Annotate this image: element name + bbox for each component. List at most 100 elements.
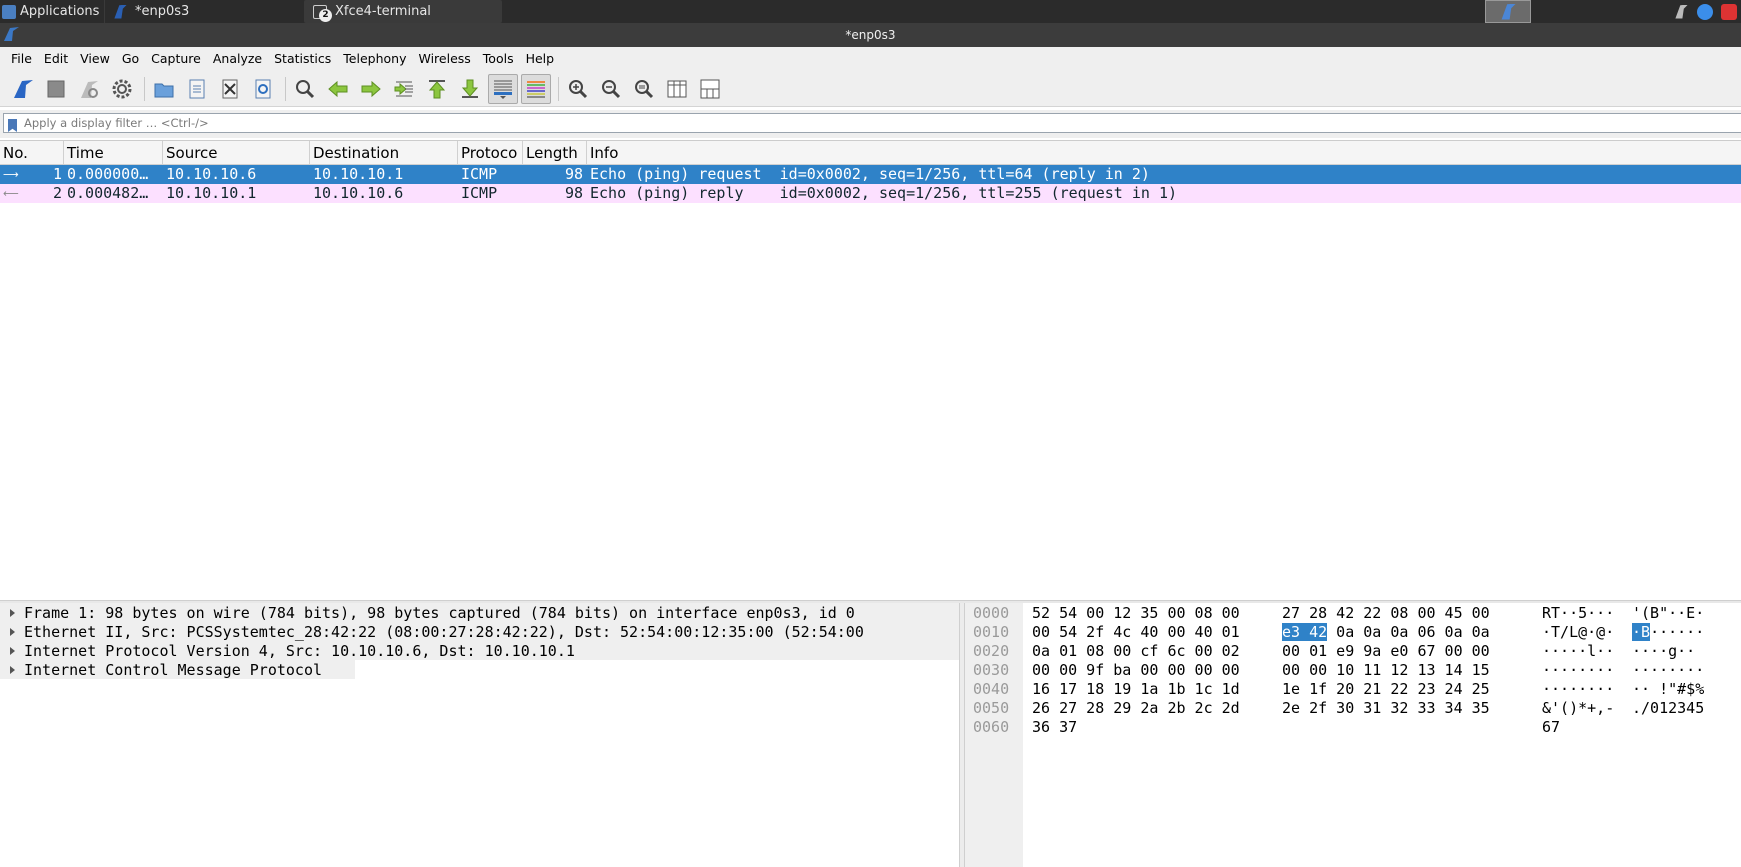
go-forward-button[interactable] xyxy=(356,74,386,104)
hex-bytes-highlighted-row[interactable]: e3 42 0a 0a 0a 06 0a 0a xyxy=(1282,623,1490,642)
ascii-bytes[interactable]: ·····l·· xyxy=(1542,642,1614,661)
ascii-bytes[interactable]: 67 xyxy=(1542,718,1560,737)
packet-row[interactable]: ⟵ 2 0.000482… 10.10.10.1 10.10.10.6 ICMP … xyxy=(0,184,1741,203)
go-to-packet-button[interactable] xyxy=(389,74,419,104)
stop-capture-button[interactable] xyxy=(41,74,71,104)
window-title: *enp0s3 xyxy=(845,28,896,42)
hex-selection[interactable]: e3 42 xyxy=(1282,623,1328,641)
hex-bytes[interactable]: 26 27 28 29 2a 2b 2c 2d xyxy=(1032,699,1240,718)
colorize-button[interactable] xyxy=(521,73,551,104)
workspace-1[interactable] xyxy=(1485,0,1531,23)
packet-no-cell: ⟶ 1 xyxy=(0,165,64,184)
open-file-button[interactable] xyxy=(149,74,179,104)
hex-bytes[interactable]: 16 17 18 19 1a 1b 1c 1d xyxy=(1032,680,1240,699)
ascii-bytes[interactable]: ·· !"#$% xyxy=(1632,680,1704,699)
ascii-bytes[interactable]: '(B"··E· xyxy=(1632,604,1704,623)
hex-bytes[interactable]: 00 00 10 11 12 13 14 15 xyxy=(1282,661,1490,680)
close-file-button[interactable] xyxy=(215,74,245,104)
menu-telephony[interactable]: Telephony xyxy=(337,47,412,71)
expand-arrow-icon[interactable] xyxy=(0,627,24,636)
stop-icon xyxy=(47,80,65,97)
menu-capture[interactable]: Capture xyxy=(145,47,207,71)
applications-label: Applications xyxy=(20,4,100,19)
detail-tree-item[interactable]: Ethernet II, Src: PCSSystemtec_28:42:22 … xyxy=(0,622,959,641)
ascii-bytes[interactable]: ····g·· xyxy=(1632,642,1695,661)
reload-file-button[interactable] xyxy=(248,74,278,104)
detail-tree-item[interactable]: Internet Control Message Protocol xyxy=(0,660,355,679)
column-header-protocol[interactable]: Protoco xyxy=(458,141,523,165)
hex-bytes[interactable]: 00 00 9f ba 00 00 00 00 xyxy=(1032,661,1240,680)
ascii-bytes[interactable]: ········ xyxy=(1632,661,1704,680)
zoom-out-button[interactable] xyxy=(596,74,626,104)
menu-file[interactable]: File xyxy=(5,47,38,71)
task-wireshark[interactable]: *enp0s3 xyxy=(104,0,304,23)
column-header-no[interactable]: No. xyxy=(0,141,64,165)
last-packet-button[interactable] xyxy=(455,74,485,104)
ascii-bytes[interactable]: &'()*+,- xyxy=(1542,699,1614,718)
ascii-bytes[interactable]: ./012345 xyxy=(1632,699,1704,718)
window-titlebar[interactable]: *enp0s3 xyxy=(0,23,1741,47)
column-header-length[interactable]: Length xyxy=(523,141,587,165)
menu-view[interactable]: View xyxy=(74,47,116,71)
hex-bytes[interactable]: 00 01 e9 9a e0 67 00 00 xyxy=(1282,642,1490,661)
go-back-button[interactable] xyxy=(323,74,353,104)
hex-bytes[interactable]: 00 54 2f 4c 40 00 40 01 xyxy=(1032,623,1240,642)
expand-arrow-icon[interactable] xyxy=(0,665,24,674)
packet-time: 0.000000… xyxy=(67,165,149,183)
ascii-bytes[interactable]: RT··5··· xyxy=(1542,604,1614,623)
expand-arrow-icon[interactable] xyxy=(0,608,24,617)
ascii-bytes[interactable]: ········ xyxy=(1542,680,1614,699)
workspace-3[interactable] xyxy=(1577,0,1623,23)
ascii-bytes[interactable]: ·T/L@·@· xyxy=(1542,623,1614,642)
tray-wireshark-icon[interactable] xyxy=(1669,0,1693,23)
updates-icon[interactable] xyxy=(1717,0,1741,23)
workspace-4[interactable] xyxy=(1623,0,1669,23)
column-header-source[interactable]: Source xyxy=(163,141,310,165)
column-header-info[interactable]: Info xyxy=(587,141,1741,165)
detail-icmp: Internet Control Message Protocol xyxy=(24,660,323,679)
find-packet-button[interactable] xyxy=(290,74,320,104)
network-manager-icon[interactable] xyxy=(1693,0,1717,23)
ascii-selection[interactable]: ·B xyxy=(1632,623,1651,641)
ascii-highlighted-row[interactable]: ·B······ xyxy=(1632,623,1704,642)
restart-capture-button[interactable] xyxy=(74,74,104,104)
resize-columns-button[interactable] xyxy=(662,74,692,104)
restart-icon xyxy=(81,80,98,98)
wireshark-window-icon xyxy=(4,27,19,41)
task-terminal[interactable]: 2 Xfce4-terminal xyxy=(304,0,502,23)
column-header-time[interactable]: Time xyxy=(64,141,163,165)
menu-statistics[interactable]: Statistics xyxy=(268,47,337,71)
zoom-normal-button[interactable] xyxy=(629,74,659,104)
menu-analyze[interactable]: Analyze xyxy=(207,47,268,71)
menu-go[interactable]: Go xyxy=(116,47,145,71)
applications-menu[interactable]: Applications xyxy=(0,0,104,23)
menu-edit[interactable]: Edit xyxy=(38,47,74,71)
autoscroll-button[interactable] xyxy=(488,73,518,104)
menu-tools[interactable]: Tools xyxy=(477,47,520,71)
layout-button[interactable] xyxy=(695,74,725,104)
first-packet-button[interactable] xyxy=(422,74,452,104)
hex-bytes[interactable]: 2e 2f 30 31 32 33 34 35 xyxy=(1282,699,1490,718)
menu-help[interactable]: Help xyxy=(520,47,561,71)
menubar: File Edit View Go Capture Analyze Statis… xyxy=(0,47,1741,71)
capture-options-button[interactable] xyxy=(107,74,137,104)
packet-source: 10.10.10.1 xyxy=(166,184,257,202)
hex-bytes[interactable]: 1e 1f 20 21 22 23 24 25 xyxy=(1282,680,1490,699)
expand-arrow-icon[interactable] xyxy=(0,646,24,655)
detail-tree-item[interactable]: Frame 1: 98 bytes on wire (784 bits), 98… xyxy=(0,603,959,622)
display-filter-input[interactable] xyxy=(3,113,1741,133)
detail-tree-item[interactable]: Internet Protocol Version 4, Src: 10.10.… xyxy=(0,641,959,660)
hex-bytes[interactable]: 36 37 xyxy=(1032,718,1077,737)
column-header-destination[interactable]: Destination xyxy=(310,141,458,165)
zoom-in-button[interactable] xyxy=(563,74,593,104)
start-capture-button[interactable] xyxy=(8,74,38,104)
hex-bytes[interactable]: 0a 01 08 00 cf 6c 00 02 xyxy=(1032,642,1240,661)
menu-wireless[interactable]: Wireless xyxy=(412,47,476,71)
packet-row[interactable]: ⟶ 1 0.000000… 10.10.10.6 10.10.10.1 ICMP … xyxy=(0,165,1741,184)
workspace-2[interactable] xyxy=(1531,0,1577,23)
save-file-button[interactable] xyxy=(182,74,212,104)
request-arrow-icon: ⟶ xyxy=(3,168,19,181)
hex-bytes[interactable]: 52 54 00 12 35 00 08 00 xyxy=(1032,604,1240,623)
hex-bytes[interactable]: 27 28 42 22 08 00 45 00 xyxy=(1282,604,1490,623)
ascii-bytes[interactable]: ········ xyxy=(1542,661,1614,680)
